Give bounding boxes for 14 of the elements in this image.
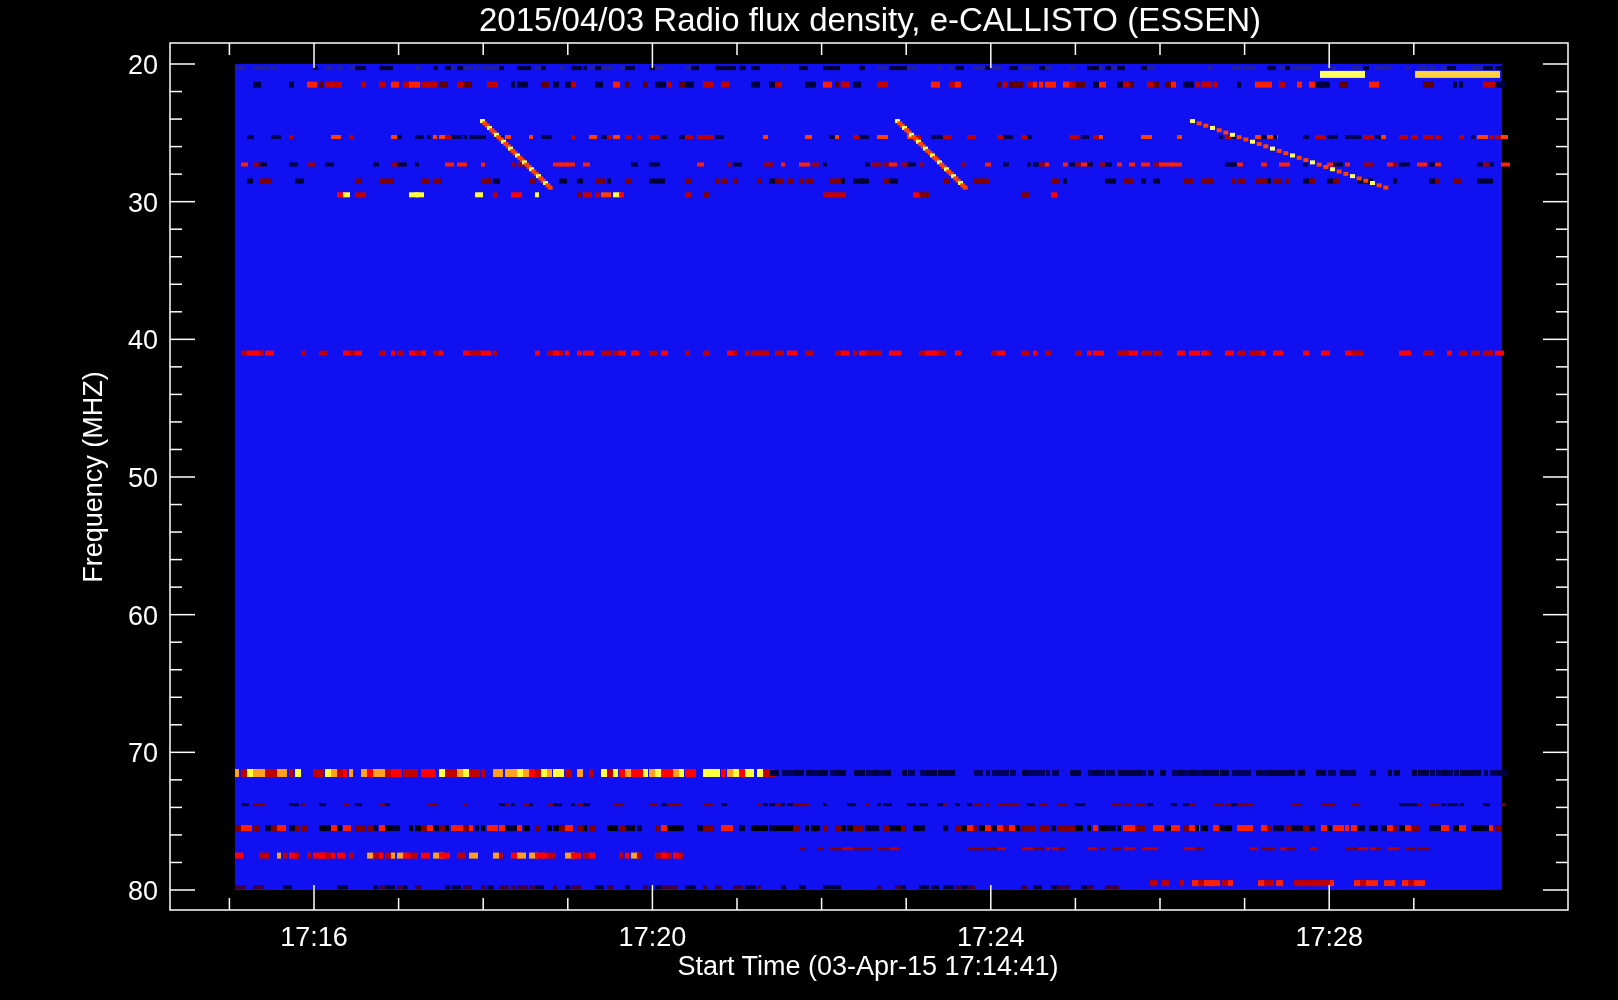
x-axis-label: Start Time (03-Apr-15 17:14:41) xyxy=(677,951,1059,981)
y-tick-label: 70 xyxy=(127,738,158,769)
y-tick-label: 80 xyxy=(127,876,158,906)
y-tick-label: 40 xyxy=(127,325,158,356)
y-axis-label: Frequency (MHZ) xyxy=(78,371,108,583)
x-tick-label: 17:28 xyxy=(1295,922,1363,952)
chart-title: 2015/04/03 Radio flux density, e-CALLISTO (ESSEN) xyxy=(479,1,1261,38)
y-tick-label: 30 xyxy=(127,187,158,218)
y-tick-label: 20 xyxy=(127,50,158,80)
x-tick-label: 17:16 xyxy=(280,922,348,952)
x-tick-label: 17:20 xyxy=(618,922,687,952)
x-tick-label: 17:24 xyxy=(957,922,1025,952)
y-tick-label: 60 xyxy=(127,600,158,631)
y-tick-label: 50 xyxy=(127,463,158,493)
